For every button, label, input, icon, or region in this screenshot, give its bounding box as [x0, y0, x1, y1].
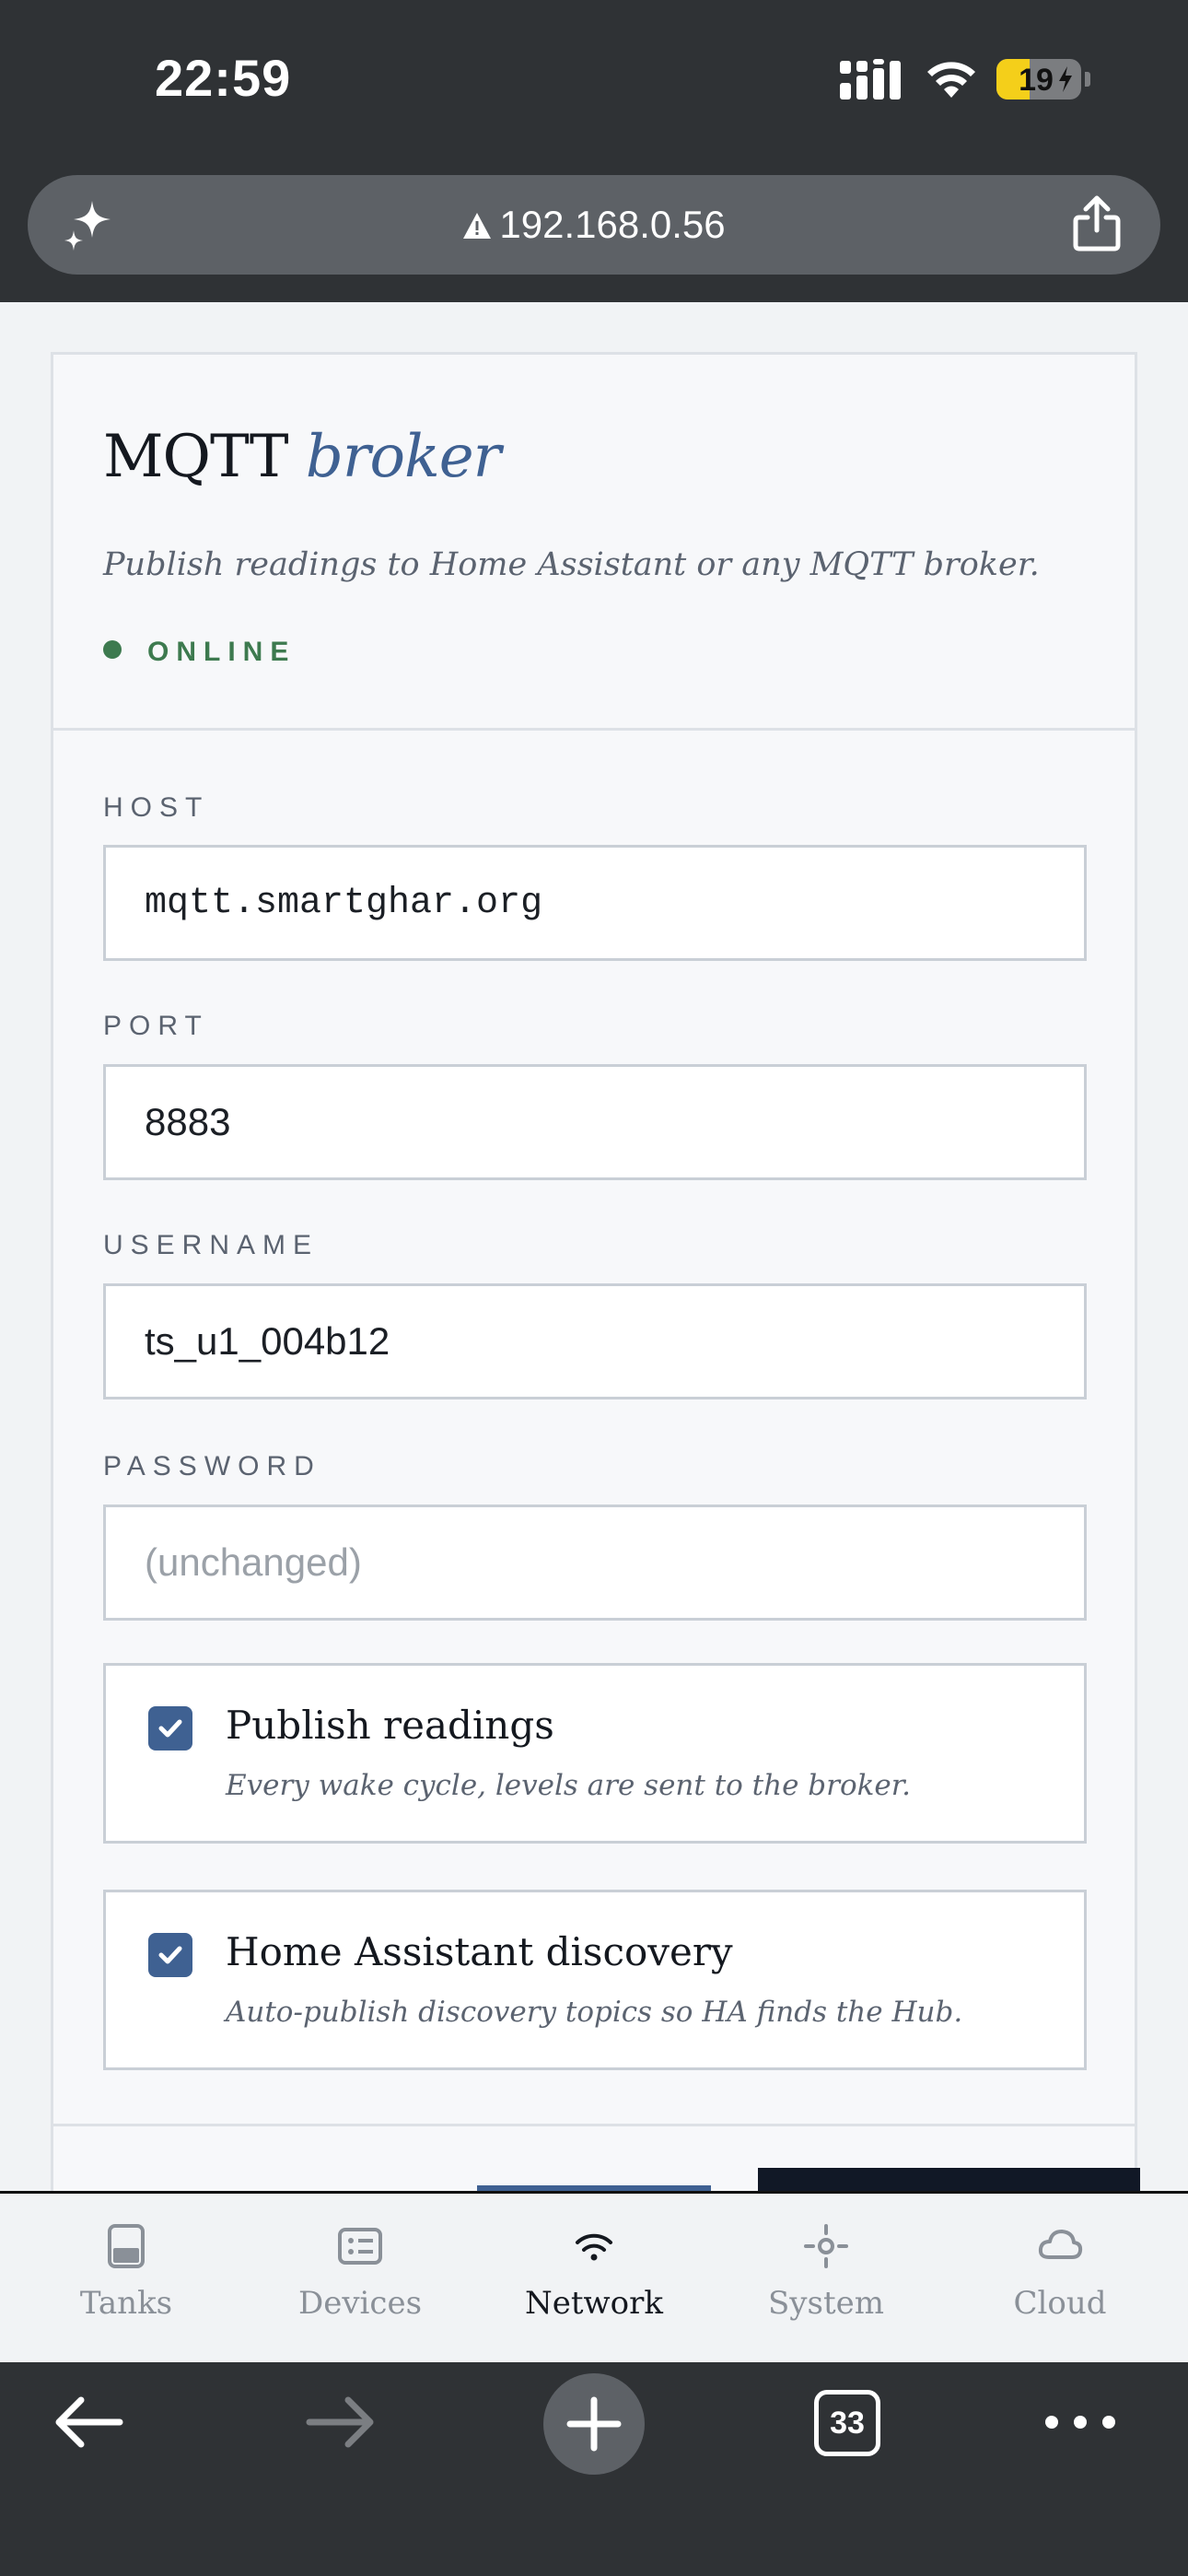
tab-cloud[interactable]: Cloud	[941, 2191, 1179, 2362]
card-footer-divider	[53, 2124, 1135, 2126]
cloud-icon	[1038, 2230, 1083, 2259]
charging-icon	[1059, 66, 1072, 92]
publish-readings-title: Publish readings	[226, 1703, 554, 1748]
status-time: 22:59	[155, 49, 292, 107]
connection-status: ONLINE	[103, 637, 296, 668]
ha-discovery-title: Home Assistant discovery	[226, 1929, 733, 1974]
system-icon	[804, 2224, 848, 2268]
new-tab-button[interactable]	[543, 2373, 645, 2475]
tab-devices[interactable]: Devices	[241, 2191, 479, 2362]
publish-readings-description: Every wake cycle, levels are sent to the…	[226, 1769, 912, 1802]
tab-system[interactable]: System	[707, 2191, 945, 2362]
title-main: MQTT	[103, 423, 289, 491]
ha-discovery-option[interactable]: Home Assistant discovery Auto-publish di…	[103, 1890, 1087, 2070]
tab-label: Cloud	[1013, 2285, 1107, 2322]
back-button[interactable]	[37, 2390, 138, 2491]
tabs-switcher-button[interactable]: 33	[814, 2390, 880, 2456]
cellular-signal-icon	[840, 59, 901, 100]
host-label: HOST	[103, 792, 210, 823]
battery-cap	[1085, 72, 1090, 87]
more-menu-button[interactable]	[1030, 2390, 1131, 2491]
checkmark-icon	[158, 1946, 182, 1964]
card-subtitle: Publish readings to Home Assistant or an…	[103, 546, 1040, 583]
host-input[interactable]	[103, 845, 1087, 961]
tab-label: Network	[525, 2285, 663, 2322]
address-bar[interactable]: 192.168.0.56	[28, 175, 1160, 275]
checkmark-icon	[158, 1719, 182, 1738]
card-title: MQTT broker	[103, 423, 501, 491]
tank-icon	[108, 2224, 145, 2268]
username-label: USERNAME	[103, 1230, 320, 1260]
wifi-icon	[576, 2233, 612, 2261]
battery-indicator: 19	[996, 59, 1081, 100]
ha-discovery-description: Auto-publish discovery topics so HA find…	[226, 1996, 963, 2029]
share-icon[interactable]	[1072, 195, 1122, 252]
ha-discovery-checkbox[interactable]	[148, 1933, 192, 1977]
username-input[interactable]	[103, 1283, 1087, 1399]
more-icon	[1045, 2416, 1115, 2429]
card-header: MQTT broker Publish readings to Home Ass…	[53, 355, 1135, 731]
mqtt-broker-card: MQTT broker Publish readings to Home Ass…	[51, 352, 1140, 2223]
status-dot-icon	[103, 640, 122, 659]
tab-network[interactable]: Network	[475, 2191, 713, 2362]
tab-tanks[interactable]: Tanks	[7, 2191, 245, 2362]
url-text: 192.168.0.56	[499, 203, 726, 246]
port-input[interactable]	[103, 1064, 1087, 1180]
publish-readings-option[interactable]: Publish readings Every wake cycle, level…	[103, 1663, 1087, 1844]
title-accent: broker	[305, 423, 501, 491]
forward-button[interactable]	[291, 2390, 392, 2491]
plus-icon	[566, 2396, 622, 2452]
back-arrow-icon	[55, 2396, 123, 2448]
devices-icon	[338, 2228, 382, 2265]
port-label: PORT	[103, 1011, 209, 1041]
forward-arrow-icon	[306, 2396, 374, 2448]
tab-label: Tanks	[79, 2285, 173, 2322]
status-bar: 22:59 19	[0, 0, 1188, 166]
warning-icon	[463, 213, 492, 239]
tab-label: Devices	[297, 2285, 423, 2322]
password-label: PASSWORD	[103, 1451, 321, 1481]
tab-label: System	[768, 2285, 884, 2322]
password-input[interactable]	[103, 1505, 1087, 1621]
wifi-status-icon	[927, 62, 975, 98]
publish-readings-checkbox[interactable]	[148, 1706, 192, 1751]
status-text: ONLINE	[147, 637, 297, 667]
